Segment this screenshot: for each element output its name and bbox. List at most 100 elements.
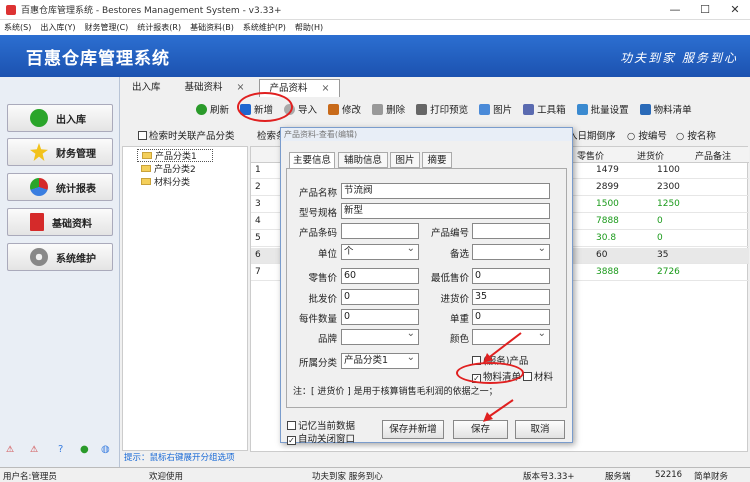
minimize-button[interactable]: —: [660, 0, 690, 20]
cancel-button[interactable]: 取消: [515, 420, 565, 439]
checkbox-label: 自动关闭窗口: [298, 434, 356, 445]
edit-button[interactable]: 修改: [328, 102, 361, 116]
product-name-input[interactable]: 节流阀: [341, 183, 550, 199]
toolbox-button[interactable]: 工具箱: [523, 102, 566, 116]
wholesale-price-input[interactable]: 0: [341, 289, 419, 305]
folder-icon: [141, 178, 151, 185]
button-label: 导入: [298, 105, 318, 116]
remember-data-checkbox[interactable]: 记忆当前数据: [287, 418, 355, 432]
field-label: 备选: [449, 249, 469, 260]
delete-button[interactable]: 删除: [372, 102, 405, 116]
status-mode: 简单财务: [694, 472, 729, 482]
menu-reports[interactable]: 统计报表(R): [137, 22, 181, 33]
image-button[interactable]: 图片: [479, 102, 512, 116]
qty-per-unit-input[interactable]: 0: [341, 309, 419, 325]
auto-close-checkbox[interactable]: ✓ 自动关闭窗口: [287, 431, 355, 445]
dialog-tab-summary[interactable]: 摘要: [422, 152, 452, 168]
category-tree: 产品分类1 产品分类2 材料分类: [122, 146, 248, 451]
min-price-input[interactable]: 0: [472, 268, 550, 284]
retail-price-input[interactable]: 60: [341, 268, 419, 284]
checkbox-checked[interactable]: ✓: [287, 436, 296, 445]
alternate-select[interactable]: [472, 242, 550, 260]
checkbox-box[interactable]: [523, 372, 532, 381]
maximize-button[interactable]: ☐: [690, 0, 720, 20]
bom-icon: [639, 103, 651, 115]
status-user: 用户名:管理员: [3, 472, 57, 482]
material-checkbox[interactable]: 材料: [523, 369, 553, 383]
menu-inout[interactable]: 出入库(Y): [40, 22, 75, 33]
dialog-tab-image[interactable]: 图片: [390, 152, 420, 168]
tab-inout[interactable]: 出入库: [122, 79, 171, 97]
menu-maintenance[interactable]: 系统维护(P): [243, 22, 286, 33]
status-port: 52216: [655, 470, 683, 480]
category-select[interactable]: 产品分类1: [341, 351, 419, 369]
dialog-tab-main[interactable]: 主要信息: [289, 152, 335, 168]
app-icon: [6, 4, 16, 15]
help-icon[interactable]: ?: [58, 444, 63, 455]
dialog-title: 产品资料-查看(编辑): [281, 128, 572, 141]
batch-settings-button[interactable]: 批量设置: [576, 102, 629, 116]
sidebar-item-reports[interactable]: 统计报表: [7, 173, 113, 201]
table-cell: 1100: [657, 165, 680, 175]
row-number: 7: [255, 267, 261, 277]
star-icon: [30, 143, 48, 161]
refresh-button[interactable]: 刷新: [196, 102, 229, 116]
tab-basic-data[interactable]: 基础资料 ×: [175, 79, 255, 97]
cost-price-input[interactable]: 35: [472, 289, 550, 305]
date-desc-checkbox-label[interactable]: 入日期倒序: [568, 128, 616, 142]
model-input[interactable]: 新型: [341, 203, 550, 219]
table-cell: 7888: [596, 216, 619, 226]
column-header[interactable]: 零售价: [577, 149, 604, 162]
toolbox-icon: [523, 103, 535, 115]
app-banner: 百惠仓库管理系统 功夫到家 服务到心: [0, 35, 750, 77]
user-icon[interactable]: ●: [80, 444, 89, 455]
search-related-checkbox[interactable]: 检索时关联产品分类: [138, 128, 235, 142]
by-code-radio[interactable]: ○ 按编号: [627, 128, 667, 142]
sidebar-item-finance[interactable]: 财务管理: [7, 138, 113, 166]
menu-system[interactable]: 系统(S): [4, 22, 31, 33]
tab-close-icon[interactable]: ×: [237, 82, 245, 93]
status-version: 版本号3.33+: [523, 472, 575, 482]
tab-strip: 出入库 基础资料 × 产品资料 ×: [122, 79, 344, 97]
by-name-radio[interactable]: ○ 按名称: [676, 128, 716, 142]
globe-icon[interactable]: ◍: [101, 444, 110, 455]
table-cell: 1250: [657, 199, 680, 209]
window-titlebar: 百惠仓库管理系统 - Bestores Management System - …: [0, 0, 750, 20]
sidebar-item-basic-data[interactable]: 基础资料: [7, 208, 113, 236]
bom-button[interactable]: 物料清单: [639, 102, 692, 116]
sidebar-item-label: 财务管理: [56, 148, 96, 160]
check-icon: [30, 109, 48, 127]
checkbox-box[interactable]: [138, 131, 147, 140]
tree-node[interactable]: 材料分类: [127, 175, 243, 188]
sidebar-item-inout[interactable]: 出入库: [7, 104, 113, 132]
folder-icon: [141, 165, 151, 172]
unit-select[interactable]: 个: [341, 242, 419, 260]
sidebar-item-maintenance[interactable]: 系统维护: [7, 243, 113, 271]
product-code-input[interactable]: [472, 223, 550, 239]
dialog-tab-aux[interactable]: 辅助信息: [338, 152, 388, 168]
tree-node[interactable]: 产品分类2: [127, 162, 243, 175]
column-header[interactable]: 进货价: [637, 149, 664, 162]
tab-close-icon[interactable]: ×: [322, 83, 330, 94]
save-and-new-button[interactable]: 保存并新增: [382, 420, 444, 439]
print-preview-button[interactable]: 打印预览: [416, 102, 468, 116]
barcode-input[interactable]: [341, 223, 419, 239]
menu-help[interactable]: 帮助(H): [295, 22, 323, 33]
column-header[interactable]: 产品备注: [695, 149, 731, 162]
table-cell: 60: [596, 250, 608, 260]
tree-node[interactable]: 产品分类1: [137, 149, 213, 162]
arrow-annotation-icon: [483, 399, 514, 422]
tree-node-label: 产品分类2: [154, 165, 196, 175]
button-label: 工具箱: [537, 105, 566, 116]
menu-finance[interactable]: 财务管理(C): [84, 22, 128, 33]
menu-basic-data[interactable]: 基础资料(B): [190, 22, 234, 33]
banner-title: 百惠仓库管理系统: [26, 49, 170, 69]
menu-bar: 系统(S) 出入库(Y) 财务管理(C) 统计报表(R) 基础资料(B) 系统维…: [0, 20, 750, 35]
pie-chart-icon: [30, 178, 48, 196]
checkbox-box[interactable]: [287, 421, 296, 430]
close-window-button[interactable]: ✕: [720, 0, 750, 20]
brand-select[interactable]: [341, 327, 419, 345]
cost-price-note: 注：[ 进货价 ] 是用于核算销售毛利润的依据之一；: [293, 387, 498, 397]
status-welcome: 欢迎使用: [149, 472, 184, 482]
unit-weight-input[interactable]: 0: [472, 309, 550, 325]
